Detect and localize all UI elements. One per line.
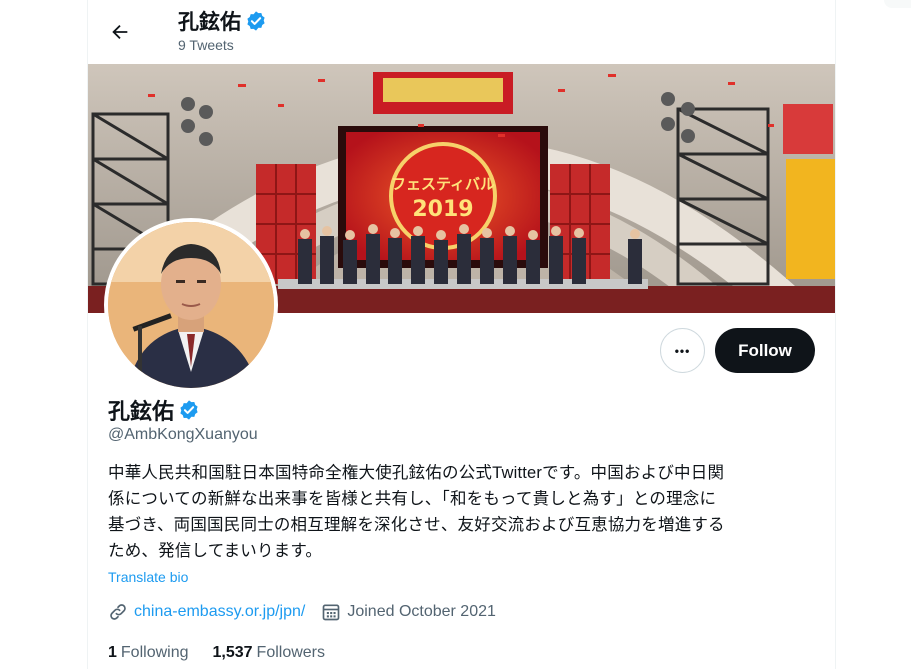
calendar-icon — [323, 604, 340, 621]
profile-name-row: 孔鉉佑 — [108, 394, 200, 426]
translate-bio-link[interactable]: Translate bio — [108, 569, 188, 585]
website-link[interactable]: china-embassy.or.jp/jpn/ — [134, 603, 305, 621]
profile-column: 孔鉉佑 9 Tweets フェスティバル 2019 ••• Follow 孔鉉佑… — [87, 0, 836, 669]
profile-name: 孔鉉佑 — [108, 399, 175, 424]
followers-count: 1,537 — [212, 644, 253, 661]
bio-line: 中華人民共和国駐日本国特命全権大使孔鉉佑の公式Twitterです。中国および中日… — [108, 464, 725, 482]
svg-text:2019: 2019 — [412, 197, 473, 222]
followers-link[interactable]: 1,537 Followers — [213, 644, 326, 662]
arrow-left-icon — [112, 24, 128, 40]
verified-badge-icon — [247, 11, 265, 31]
following-label: Following — [120, 644, 189, 661]
svg-text:フェスティバル: フェスティバル — [391, 175, 495, 193]
link-icon — [110, 604, 126, 620]
joined-item: Joined October 2021 — [321, 602, 496, 622]
followers-label: Followers — [256, 644, 326, 661]
profile-avatar[interactable] — [104, 218, 278, 392]
profile-meta: china-embassy.or.jp/jpn/ Joined October … — [108, 602, 512, 622]
right-sidebar-background — [836, 0, 911, 669]
joined-date: Joined October 2021 — [347, 603, 496, 620]
bio-line: 基づき、両国国民同士の相互理解を深化させ、友好交流および互恵協力を増進する — [108, 516, 725, 534]
following-count: 1 — [108, 644, 117, 661]
profile-header: 孔鉉佑 9 Tweets — [88, 0, 835, 64]
follow-button[interactable]: Follow — [715, 328, 815, 373]
tweet-count: 9 Tweets — [178, 37, 234, 53]
bio-line: ため、発信してまいります。 — [108, 542, 323, 560]
following-link[interactable]: 1 Following — [108, 644, 189, 662]
header-title: 孔鉉佑 — [178, 6, 267, 36]
more-options-button[interactable]: ••• — [660, 328, 705, 373]
follow-stats: 1 Following 1,537 Followers — [108, 644, 325, 662]
header-name: 孔鉉佑 — [178, 11, 241, 34]
profile-bio: 中華人民共和国駐日本国特命全権大使孔鉉佑の公式Twitterです。中国および中日… — [108, 460, 820, 564]
search-bar-edge — [884, 0, 911, 8]
verified-badge-icon — [180, 400, 198, 420]
profile-photo — [108, 222, 274, 388]
profile-handle: @AmbKongXuanyou — [108, 426, 258, 443]
bio-line: 係についての新鮮な出来事を皆様と共有し、「和をもって貴しと為す」との理念に — [108, 490, 717, 508]
website-item: china-embassy.or.jp/jpn/ — [108, 602, 305, 622]
more-options-icon: ••• — [674, 343, 691, 358]
back-button[interactable] — [102, 14, 138, 50]
